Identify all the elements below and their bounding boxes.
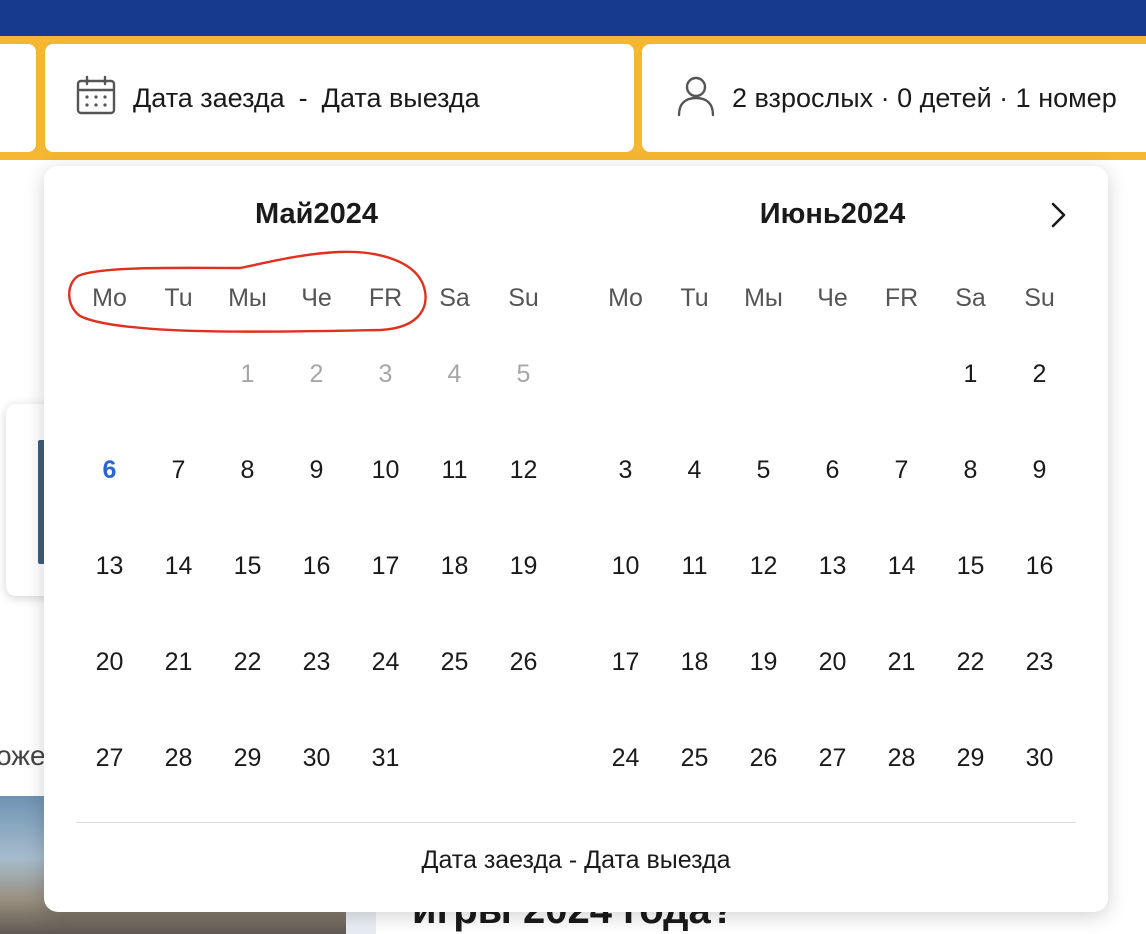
weekday-label: Че	[817, 284, 848, 312]
next-month-button[interactable]	[1042, 198, 1076, 232]
day-cell[interactable]: 15	[213, 552, 282, 581]
weekday-label: Su	[1024, 284, 1055, 312]
day-cell[interactable]: 29	[213, 744, 282, 773]
day-cell[interactable]: 7	[867, 456, 936, 485]
day-cell[interactable]: 23	[1005, 648, 1074, 677]
weekday-label: Че	[301, 284, 332, 312]
day-cell[interactable]: 6	[75, 456, 144, 485]
day-cell[interactable]: 26	[729, 744, 798, 773]
day-cell[interactable]: 14	[867, 552, 936, 581]
day-cell[interactable]: 21	[867, 648, 936, 677]
day-cell[interactable]: 27	[75, 744, 144, 773]
day-cell[interactable]: 9	[282, 456, 351, 485]
background-text-fragment: оже	[0, 740, 46, 771]
day-cell[interactable]: 14	[144, 552, 213, 581]
day-cell[interactable]: 26	[489, 648, 558, 677]
day-cell[interactable]: 3	[591, 456, 660, 485]
weekday-label: Sa	[955, 284, 986, 312]
weekday-label: Мы	[744, 284, 783, 312]
weekday-label: Sa	[439, 284, 470, 312]
day-cell[interactable]: 19	[489, 552, 558, 581]
day-cell[interactable]: 22	[936, 648, 1005, 677]
day-cell[interactable]: 20	[798, 648, 867, 677]
weekday-label: Mo	[92, 284, 127, 312]
weekday-label: Мы	[228, 284, 267, 312]
day-cell: 1	[240, 360, 255, 388]
day-cell[interactable]: 27	[798, 744, 867, 773]
day-cell[interactable]: 20	[75, 648, 144, 677]
day-cell[interactable]: 23	[282, 648, 351, 677]
dates-separator: -	[298, 82, 308, 113]
day-cell[interactable]: 28	[867, 744, 936, 773]
day-cell[interactable]: 8	[936, 456, 1005, 485]
guests-field[interactable]: 2 взрослых · 0 детей · 1 номер	[642, 44, 1146, 152]
month-title: Июнь2024	[759, 198, 906, 230]
day-cell[interactable]: 21	[144, 648, 213, 677]
checkin-label: Дата заезда	[133, 82, 285, 113]
day-cell[interactable]: 10	[351, 456, 420, 485]
day-cell[interactable]: 16	[1005, 552, 1074, 581]
weekday-label: Su	[508, 284, 539, 312]
day-cell[interactable]: 8	[213, 456, 282, 485]
date-picker-popup: Май2024 Mo Tu Мы Че FR Sa Su 1 2 3 4 5 6 7 8 9 10 11 12 13 1…	[44, 166, 1108, 912]
destination-field[interactable]	[0, 44, 36, 152]
day-cell[interactable]: 4	[660, 456, 729, 485]
weekday-label: Tu	[164, 284, 193, 312]
top-navigation-bar	[0, 0, 1146, 36]
weekday-label: FR	[368, 284, 403, 312]
chevron-right-icon	[1042, 202, 1076, 236]
day-cell[interactable]: 18	[420, 552, 489, 581]
day-cell: 3	[378, 360, 393, 388]
day-cell[interactable]: 5	[729, 456, 798, 485]
day-cell[interactable]: 12	[729, 552, 798, 581]
day-cell[interactable]: 31	[351, 744, 420, 773]
day-cell: 4	[447, 360, 462, 388]
day-cell[interactable]: 12	[489, 456, 558, 485]
day-cell[interactable]: 17	[351, 552, 420, 581]
person-icon	[676, 75, 716, 122]
footer-divider	[76, 822, 1076, 823]
calendar-icon	[75, 75, 117, 122]
day-cell[interactable]: 19	[729, 648, 798, 677]
weekday-label: Mo	[608, 284, 643, 312]
day-cell[interactable]: 7	[144, 456, 213, 485]
day-cell[interactable]: 18	[660, 648, 729, 677]
guests-summary: 2 взрослых · 0 детей · 1 номер	[732, 82, 1117, 113]
day-cell[interactable]: 13	[75, 552, 144, 581]
day-cell[interactable]: 11	[420, 456, 489, 485]
day-cell[interactable]: 22	[213, 648, 282, 677]
day-cell[interactable]: 17	[591, 648, 660, 677]
selected-dates-summary: Дата заезда - Дата выезда	[421, 846, 731, 874]
day-cell[interactable]: 15	[936, 552, 1005, 581]
day-cell[interactable]: 25	[420, 648, 489, 677]
day-cell: 5	[516, 360, 531, 388]
checkout-label: Дата выезда	[321, 82, 480, 113]
day-cell[interactable]: 11	[660, 552, 729, 581]
day-cell[interactable]: 2	[1005, 360, 1074, 389]
day-cell[interactable]: 13	[798, 552, 867, 581]
day-cell[interactable]: 24	[591, 744, 660, 773]
day-cell[interactable]: 6	[798, 456, 867, 485]
day-cell[interactable]: 16	[282, 552, 351, 581]
dates-field[interactable]: Дата заезда - Дата выезда	[45, 44, 634, 152]
month-title: Май2024	[255, 198, 378, 230]
day-cell[interactable]: 25	[660, 744, 729, 773]
day-cell[interactable]: 10	[591, 552, 660, 581]
day-cell[interactable]: 30	[1005, 744, 1074, 773]
weekday-label: FR	[884, 284, 919, 312]
day-cell[interactable]: 29	[936, 744, 1005, 773]
day-cell[interactable]: 28	[144, 744, 213, 773]
day-cell: 2	[309, 360, 324, 388]
weekday-label: Tu	[680, 284, 709, 312]
day-cell[interactable]: 9	[1005, 456, 1074, 485]
day-cell[interactable]: 24	[351, 648, 420, 677]
day-cell[interactable]: 30	[282, 744, 351, 773]
day-cell[interactable]: 1	[936, 360, 1005, 389]
